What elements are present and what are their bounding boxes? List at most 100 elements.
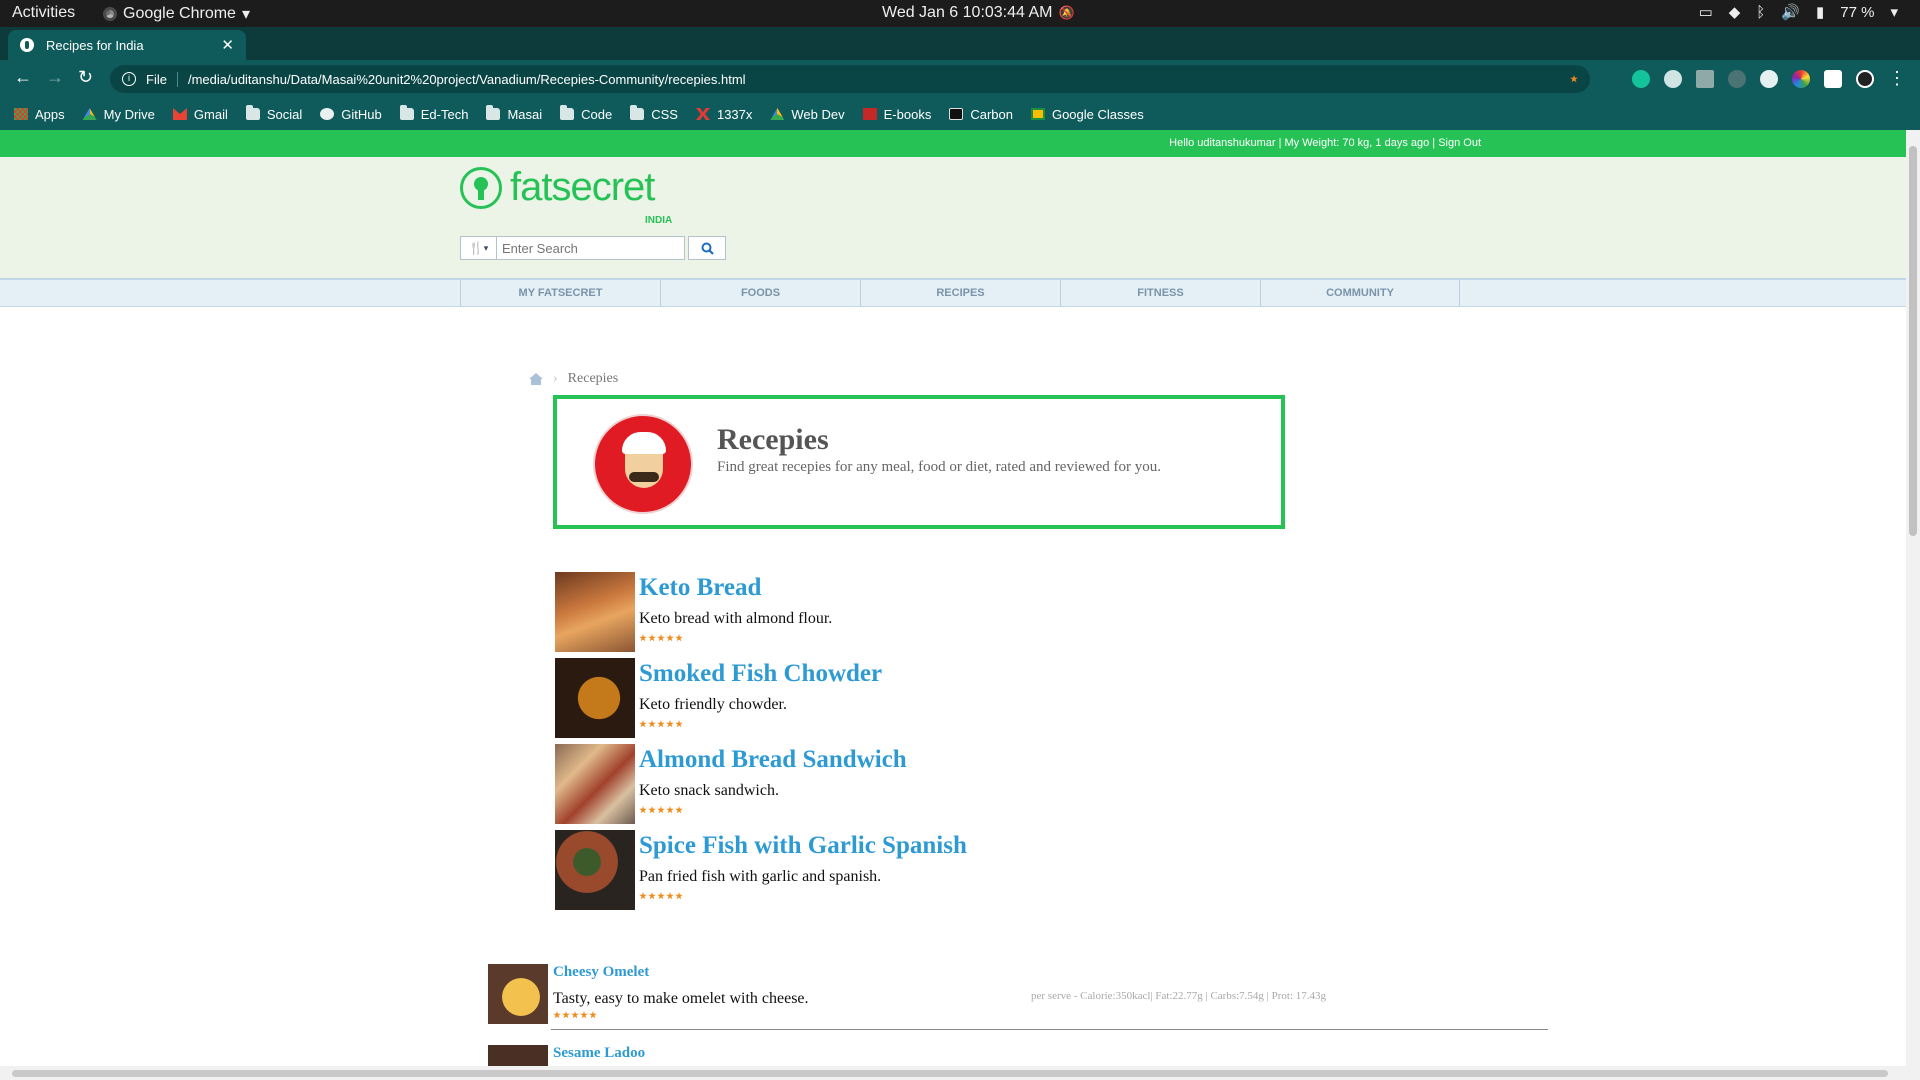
system-top-bar: Activities Google Chrome ▾ Wed Jan 6 10:… [0, 0, 1920, 27]
ebooks-icon [862, 108, 877, 120]
bookmark-label: Gmail [193, 106, 228, 122]
bookmark-star-icon[interactable]: ☆ [1570, 75, 1578, 83]
user-status-bar[interactable]: Hello uditanshukumar | My Weight: 70 kg,… [0, 130, 1906, 157]
star-icon [639, 634, 647, 642]
fish-chowder-photo[interactable] [555, 658, 635, 738]
github-icon [320, 108, 335, 120]
notifications-muted-icon: 🔕 [1058, 5, 1075, 20]
hero-title: Recepies [717, 423, 829, 456]
1337x-icon [695, 108, 710, 120]
dark-reader-icon[interactable] [1728, 70, 1746, 88]
recipe-photo[interactable] [488, 1045, 548, 1066]
search-category-select[interactable]: 🍴 ▾ [460, 236, 497, 260]
grammarly-icon[interactable] [1632, 70, 1650, 88]
horizontal-scrollbar[interactable] [0, 1066, 1920, 1080]
bookmark-apps[interactable]: Apps [14, 107, 65, 122]
fatsecret-logo[interactable]: fatsecret INDIA [460, 165, 672, 226]
star-icon [666, 892, 674, 900]
star-icon [589, 1011, 597, 1019]
url-text[interactable]: /media/uditanshu/Data/Masai%20unit2%20pr… [188, 72, 746, 87]
sandwich-photo[interactable] [555, 744, 635, 824]
logo-wordmark: fatsecret [510, 165, 655, 209]
featured-recipe-title[interactable]: Almond Bread Sandwich [639, 746, 907, 774]
scrollbar-thumb[interactable] [12, 1070, 1888, 1077]
featured-recipe-title[interactable]: Spice Fish with Garlic Spanish [639, 832, 967, 860]
display-icon: ▭ [1698, 4, 1713, 21]
drive-icon [770, 108, 785, 120]
tab-recipes[interactable]: Recipes for India ✕ [8, 30, 246, 60]
chrome-menu-icon[interactable]: ⋮ [1888, 68, 1906, 89]
recipe-title[interactable]: Sesame Ladoo [553, 1045, 645, 1062]
back-icon[interactable]: ← [14, 68, 32, 86]
featured-recipe-title[interactable]: Smoked Fish Chowder [639, 660, 882, 688]
recipes-hero-box: Recepies Find great recepies for any mea… [553, 395, 1285, 529]
keto-bread-photo[interactable] [555, 572, 635, 652]
clock[interactable]: Wed Jan 6 10:03:44 AM 🔕 [882, 4, 1075, 22]
featured-recipe-item: Smoked Fish Chowder Keto friendly chowder… [555, 658, 1155, 738]
info-icon[interactable]: i [122, 72, 136, 86]
scrollbar-thumb[interactable] [1909, 146, 1917, 536]
extension-icon[interactable] [1760, 70, 1778, 88]
rating-stars [639, 892, 683, 900]
nav-community[interactable]: COMMUNITY [1260, 280, 1460, 306]
nav-foods[interactable]: FOODS [660, 280, 860, 306]
address-bar[interactable]: i File /media/uditanshu/Data/Masai%20uni… [110, 65, 1590, 93]
bookmark-carbon[interactable]: Carbon [949, 107, 1013, 122]
search-button[interactable] [688, 236, 726, 260]
star-icon [666, 806, 674, 814]
extension-icon[interactable] [1696, 70, 1714, 88]
chevron-down-icon: ▾ [483, 242, 489, 253]
bookmark-web-dev[interactable]: Web Dev [770, 107, 845, 122]
reload-icon[interactable]: ↻ [78, 68, 93, 86]
bookmark-label: Google Classes [1051, 106, 1144, 122]
activities-button[interactable]: Activities [12, 4, 75, 22]
search-input[interactable] [497, 236, 685, 260]
nav-fitness[interactable]: FITNESS [1060, 280, 1260, 306]
bookmark-e-books[interactable]: E-books [862, 107, 931, 122]
bookmark-label: Carbon [970, 106, 1013, 122]
bookmark-css[interactable]: CSS [630, 105, 678, 122]
vertical-scrollbar[interactable] [1906, 130, 1920, 1066]
featured-recipe-title[interactable]: Keto Bread [639, 574, 761, 602]
volume-icon: 🔊 [1781, 4, 1800, 21]
tab-strip: Recipes for India ✕ + — ❐ ✕ [0, 27, 1920, 80]
rating-stars [639, 806, 683, 814]
spice-fish-photo[interactable] [555, 830, 635, 910]
system-tray[interactable]: ▭ ◆ ᛒ 🔊 ▮ 77 % ▾ [1698, 3, 1898, 22]
puzzle-extensions-icon[interactable] [1824, 70, 1842, 88]
bookmark-1337x[interactable]: 1337x [695, 107, 752, 122]
bookmark-google-classes[interactable]: Google Classes [1030, 106, 1144, 122]
bookmark-code[interactable]: Code [560, 105, 613, 122]
react-devtools-icon[interactable] [1664, 70, 1682, 88]
carbon-icon [949, 108, 964, 120]
bookmark-label: Code [581, 106, 613, 122]
battery-percent: 77 % [1840, 3, 1875, 21]
color-picker-icon[interactable] [1792, 70, 1810, 88]
star-icon [580, 1011, 588, 1019]
bookmark-masai[interactable]: Masai [486, 105, 542, 122]
profile-avatar[interactable] [1856, 70, 1874, 88]
bookmark-label: Ed-Tech [420, 106, 469, 122]
close-tab-icon[interactable]: ✕ [221, 36, 234, 54]
recipe-photo[interactable] [488, 964, 548, 1024]
keyhole-logo-icon [460, 166, 502, 209]
bookmark-social[interactable]: Social [245, 105, 302, 122]
bookmark-github[interactable]: GitHub [320, 107, 382, 122]
app-menu[interactable]: Google Chrome ▾ [103, 4, 250, 24]
battery-icon: ▮ [1816, 4, 1825, 21]
nav-my-fatsecret[interactable]: MY FATSECRET [460, 280, 660, 306]
bookmark-gmail[interactable]: Gmail [172, 106, 228, 122]
featured-recipe-description: Keto friendly chowder. [639, 696, 787, 713]
extensions-area [1632, 70, 1874, 88]
nav-recipes[interactable]: RECIPES [860, 280, 1060, 306]
bookmark-my-drive[interactable]: My Drive [82, 107, 155, 122]
featured-recipe-description: Keto bread with almond flour. [639, 610, 833, 627]
recipe-title[interactable]: Cheesy Omelet [553, 964, 649, 981]
folder-icon [486, 105, 501, 120]
bookmark-ed-tech[interactable]: Ed-Tech [399, 105, 469, 122]
home-icon[interactable] [529, 373, 543, 385]
featured-recipe-item: Keto Bread Keto bread with almond flour. [555, 572, 1155, 652]
chrome-icon [103, 7, 117, 21]
forward-icon[interactable]: → [46, 68, 64, 86]
star-icon [675, 892, 683, 900]
